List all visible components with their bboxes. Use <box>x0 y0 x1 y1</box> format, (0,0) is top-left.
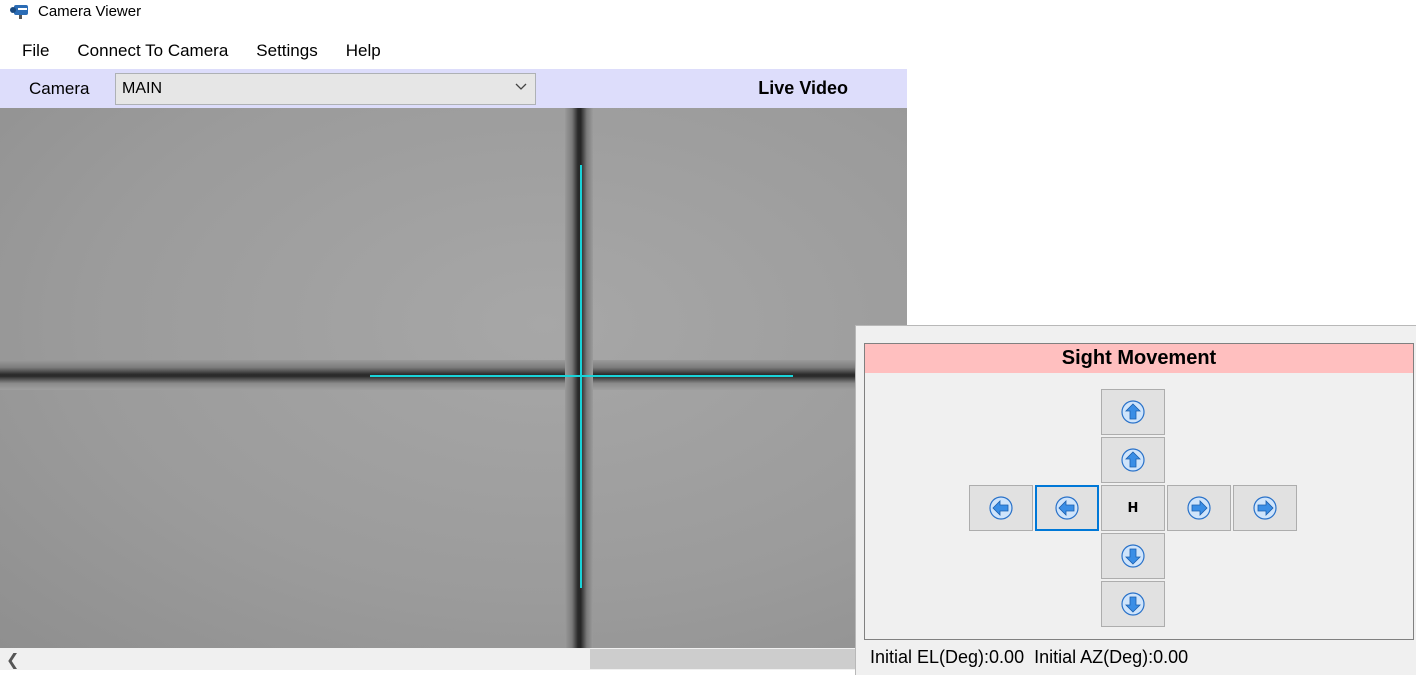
sight-movement-group: Sight Movement H <box>864 343 1414 640</box>
menu-file[interactable]: File <box>0 33 63 69</box>
live-video-label: Live Video <box>758 78 848 98</box>
camera-select[interactable]: MAIN <box>115 72 536 105</box>
left-large-button[interactable] <box>969 485 1033 531</box>
camera-app-icon <box>10 2 32 20</box>
arrow-down-icon <box>1121 544 1145 568</box>
left-small-button[interactable] <box>1035 485 1099 531</box>
camera-label: Camera <box>29 78 90 98</box>
right-small-button[interactable] <box>1167 485 1231 531</box>
right-large-button[interactable] <box>1233 485 1297 531</box>
camera-select-value: MAIN <box>122 79 162 97</box>
menu-help[interactable]: Help <box>332 33 395 69</box>
arrow-down-icon <box>1121 592 1145 616</box>
arrow-right-icon <box>1187 496 1211 520</box>
arrow-up-icon <box>1121 448 1145 472</box>
sight-movement-panel: Sight Movement H Initial EL(Deg):0.00 In… <box>855 325 1416 675</box>
camera-bar: Camera MAIN Live Video <box>0 69 907 108</box>
down-small-button[interactable] <box>1101 533 1165 579</box>
horizontal-scrollbar[interactable]: ❮ <box>0 648 907 670</box>
down-large-button[interactable] <box>1101 581 1165 627</box>
sight-movement-title: Sight Movement <box>865 344 1413 373</box>
chevron-down-icon <box>515 83 527 90</box>
window-title: Camera Viewer <box>38 2 142 20</box>
initial-az-readout: Initial AZ(Deg):0.00 <box>1034 647 1189 667</box>
video-vertical-edge <box>565 108 593 648</box>
menu-connect-to-camera[interactable]: Connect To Camera <box>63 33 242 69</box>
window-titlebar: Camera Viewer <box>0 0 907 22</box>
crosshair-vertical <box>580 165 582 588</box>
arrow-left-icon <box>989 496 1013 520</box>
arrow-up-icon <box>1121 400 1145 424</box>
arrow-right-icon <box>1253 496 1277 520</box>
video-feed[interactable] <box>0 108 907 648</box>
menu-bar: File Connect To Camera Settings Help <box>0 33 907 69</box>
arrow-left-icon <box>1055 496 1079 520</box>
home-button-label: H <box>1127 500 1139 516</box>
home-button[interactable]: H <box>1101 485 1165 531</box>
initial-el-readout: Initial EL(Deg):0.00 <box>870 647 1025 667</box>
initial-angles-status: Initial EL(Deg):0.00 Initial AZ(Deg):0.0… <box>870 647 1188 668</box>
up-large-button[interactable] <box>1101 389 1165 435</box>
up-small-button[interactable] <box>1101 437 1165 483</box>
scroll-left-icon[interactable]: ❮ <box>6 650 19 670</box>
menu-settings[interactable]: Settings <box>242 33 331 69</box>
